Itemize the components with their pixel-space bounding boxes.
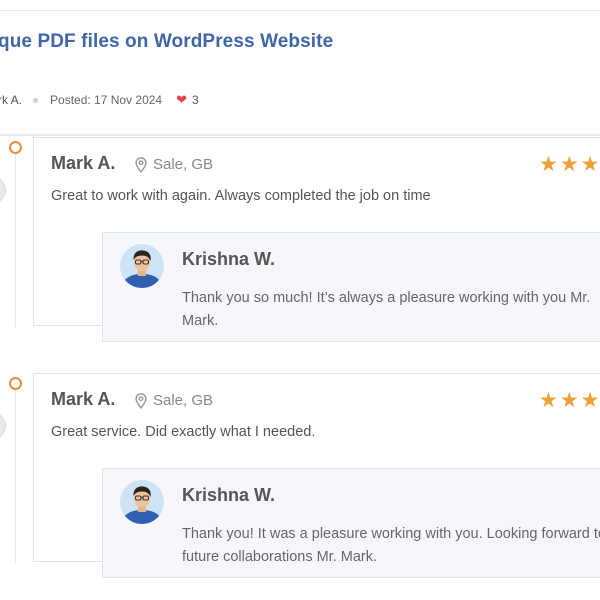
reviewer-avatar [0, 176, 6, 204]
timeline-dot [9, 141, 22, 154]
avatar [120, 244, 164, 288]
posted-date: Posted: 17 Nov 2024 [50, 93, 163, 107]
timeline-line [15, 388, 16, 563]
project-title[interactable]: que PDF files on WordPress Website [0, 31, 333, 53]
reply-text: Thank you so much! It’s always a pleasur… [182, 290, 591, 329]
location-pin-icon [135, 156, 147, 173]
reviewer-location: Sale, GB [134, 156, 213, 173]
timeline-dot [9, 377, 22, 390]
person-avatar-icon [120, 480, 164, 524]
reviewer-name[interactable]: Mark A. [51, 153, 115, 174]
star-rating: ★★★ [539, 389, 600, 412]
meta-separator-dot [33, 97, 39, 103]
location-text: Sale, GB [153, 392, 214, 409]
section-divider [0, 134, 600, 136]
review-card: Mark A. Sale, GB ★★★ Great to work with … [33, 137, 600, 342]
review-card: Mark A. Sale, GB ★★★ Great service. Did … [33, 373, 600, 578]
replier-name[interactable]: Krishna W. [182, 485, 275, 506]
avatar [120, 480, 164, 524]
reply-text: Thank you! It was a pleasure working wit… [182, 526, 600, 565]
heart-icon[interactable]: ❤ [176, 92, 187, 108]
reply-box: Krishna W. Thank you so much! It’s alway… [102, 232, 600, 342]
replier-name[interactable]: Krishna W. [182, 249, 275, 270]
top-divider [0, 10, 600, 11]
reply-box: Krishna W. Thank you! It was a pleasure … [102, 468, 600, 578]
like-count: 3 [192, 93, 199, 107]
project-meta: rk A. Posted: 17 Nov 2024 ❤ 3 [0, 92, 199, 108]
star-rating: ★★★ [539, 153, 600, 176]
review-text: Great service. Did exactly what I needed… [51, 424, 316, 440]
review-text: Great to work with again. Always complet… [51, 188, 431, 204]
reviewer-avatar [0, 412, 6, 440]
author-name[interactable]: rk A. [0, 93, 22, 107]
reviewer-location: Sale, GB [134, 392, 213, 409]
person-avatar-icon [120, 244, 164, 288]
location-text: Sale, GB [153, 156, 214, 173]
location-pin-icon [135, 392, 147, 409]
timeline-line [15, 152, 16, 327]
reviewer-name[interactable]: Mark A. [51, 389, 115, 410]
